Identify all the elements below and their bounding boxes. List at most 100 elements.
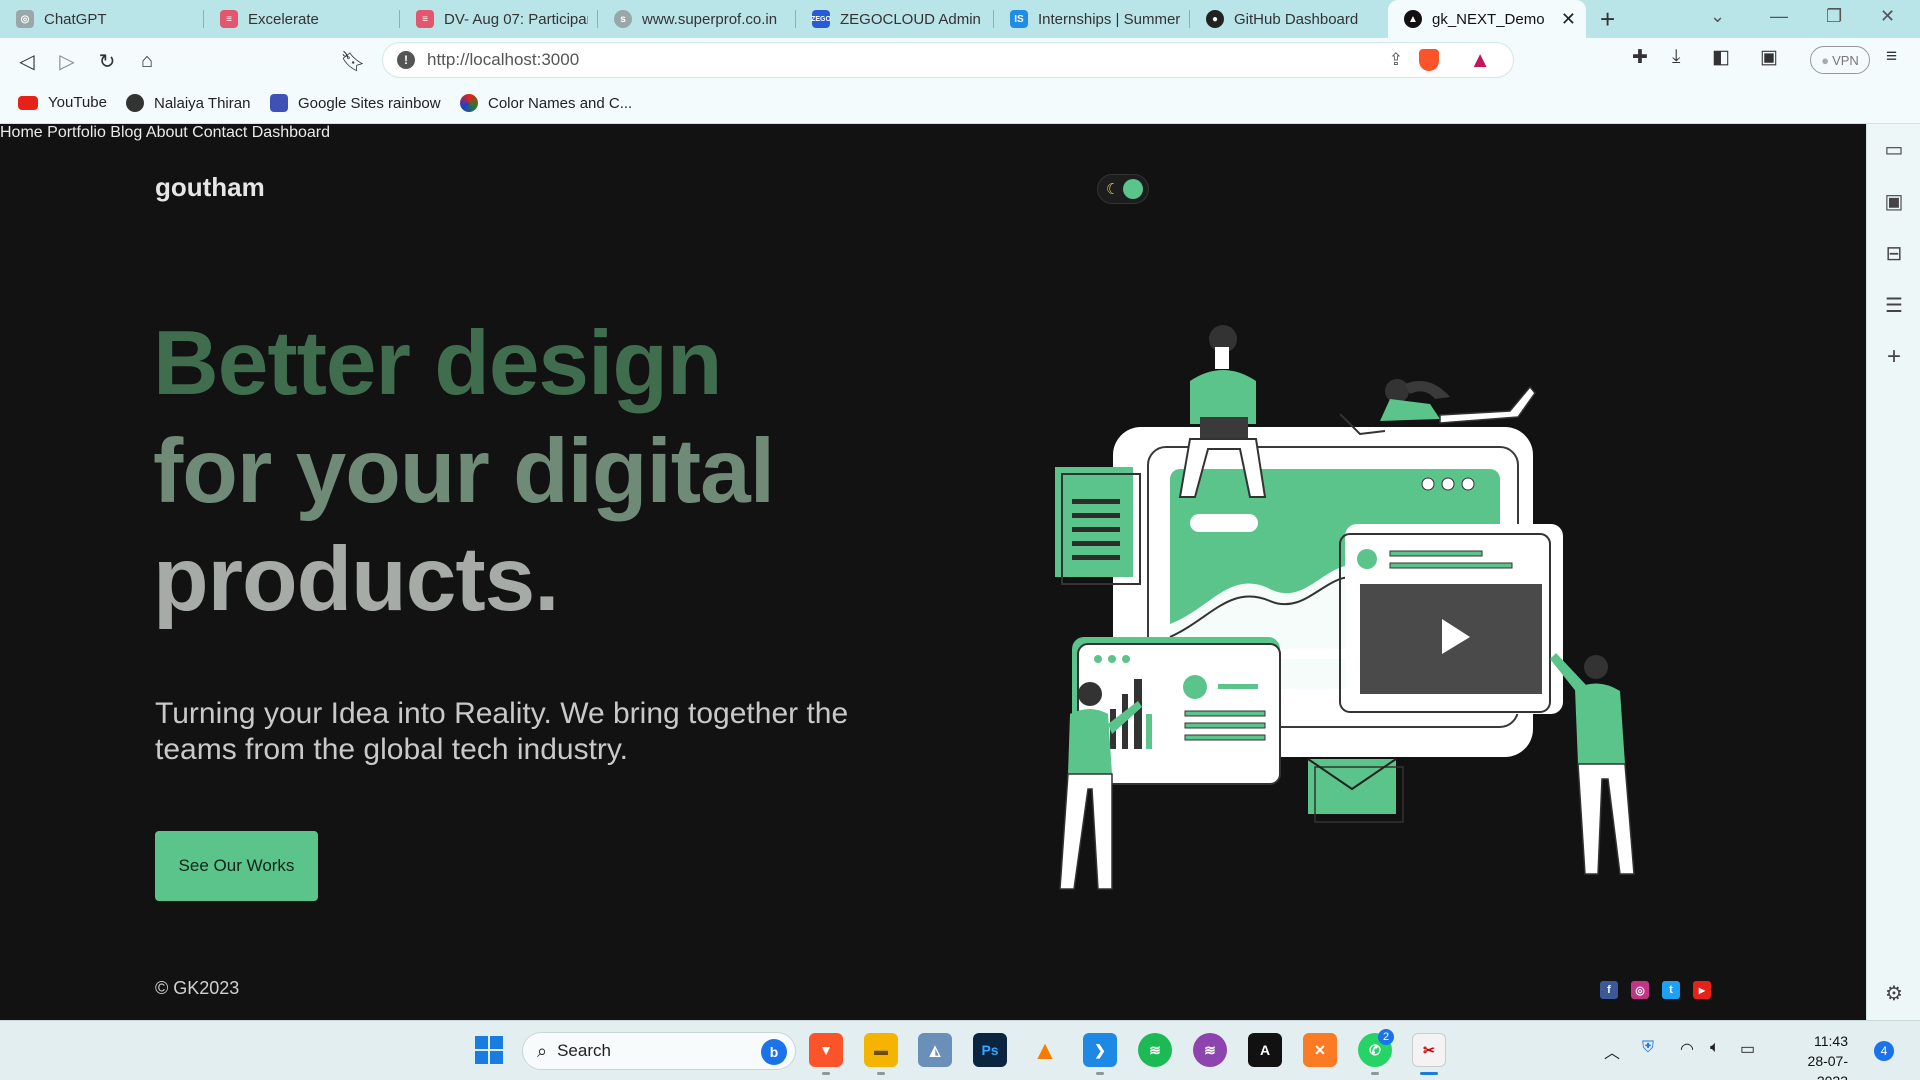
tab-zegocloud[interactable]: ZEGO ZEGOCLOUD Admin C <box>796 0 994 38</box>
nav-home[interactable]: Home <box>0 124 43 141</box>
url-text: http://localhost:3000 <box>427 50 580 69</box>
vscode-icon[interactable]: ❯ <box>1083 1033 1117 1067</box>
brave-icon[interactable]: ▼ <box>809 1033 843 1067</box>
tab-chatgpt[interactable]: ◎ ChatGPT <box>0 0 204 38</box>
forward-button[interactable]: ▷ <box>52 46 82 76</box>
brave-rewards-icon[interactable]: ▲ <box>1469 47 1491 73</box>
color-wheel-icon <box>460 94 478 112</box>
tab-excelerate[interactable]: ≡ Excelerate <box>204 0 400 38</box>
bing-icon[interactable]: b <box>761 1039 787 1065</box>
tab-search-chevron-icon[interactable]: ⌄ <box>1710 6 1725 27</box>
vlc-icon[interactable]: ▲ <box>1028 1033 1062 1067</box>
menu-icon[interactable]: ≡ <box>1886 46 1897 68</box>
spotify-icon[interactable]: ≋ <box>1138 1033 1172 1067</box>
volume-icon[interactable]: 🔈︎ <box>1710 1039 1720 1057</box>
hero-title-line-1: Better design <box>153 313 723 414</box>
photos-icon[interactable]: ◭ <box>918 1033 952 1067</box>
vpn-label: VPN <box>1832 52 1859 68</box>
xampp-icon[interactable]: ✕ <box>1303 1033 1337 1067</box>
close-window-button[interactable]: ✕ <box>1880 6 1895 27</box>
tab-superprof[interactable]: s www.superprof.co.in <box>598 0 796 38</box>
see-our-works-button[interactable]: See Our Works <box>155 831 318 901</box>
nav-blog[interactable]: Blog <box>110 124 142 141</box>
home-button[interactable]: ⌂ <box>132 46 162 76</box>
back-button[interactable]: ◁ <box>12 46 42 76</box>
bookmark-nalaiya-thiran[interactable]: Nalaiya Thiran <box>126 94 250 112</box>
hero-illustration <box>1055 325 1635 890</box>
taskbar-search[interactable]: ⌕ Search b <box>522 1032 796 1070</box>
close-tab-icon[interactable]: ✕ <box>1561 9 1576 30</box>
bookmark-label: Nalaiya Thiran <box>154 94 251 112</box>
tab-dv-form[interactable]: ≡ DV- Aug 07: Participan <box>400 0 598 38</box>
notification-count-badge[interactable]: 4 <box>1874 1041 1894 1061</box>
tab-internshala[interactable]: IS Internships | Summer I <box>994 0 1190 38</box>
tab-title: GitHub Dashboard <box>1234 10 1359 28</box>
address-bar[interactable]: ! http://localhost:3000 ⇪ ▲ <box>382 42 1514 78</box>
acrobat-icon[interactable]: A <box>1248 1033 1282 1067</box>
security-shield-icon[interactable]: ⛨ <box>1642 1039 1654 1057</box>
reading-list-icon[interactable]: ☰ <box>1883 294 1905 317</box>
facebook-icon[interactable]: f <box>1600 981 1618 999</box>
google-sites-icon <box>270 94 288 112</box>
internshala-icon: IS <box>1010 10 1028 28</box>
bookmarks-panel-icon[interactable]: ⊟ <box>1883 242 1905 265</box>
instagram-icon[interactable]: ◎ <box>1631 981 1649 999</box>
tab-title: ZEGOCLOUD Admin C <box>840 10 984 28</box>
bookmark-icon[interactable]: 🔖︎ <box>338 46 368 76</box>
theme-toggle[interactable]: ☾ <box>1097 174 1149 204</box>
hero-title: Better design for your digital products. <box>153 310 833 634</box>
globe-icon <box>126 94 144 112</box>
bookmark-color-names[interactable]: Color Names and C... <box>460 94 632 112</box>
site-logo[interactable]: goutham <box>155 172 265 203</box>
new-tab-button[interactable]: + <box>1600 4 1615 35</box>
file-explorer-icon[interactable]: ▬ <box>864 1033 898 1067</box>
tab-title: www.superprof.co.in <box>642 10 778 28</box>
bookmark-youtube[interactable]: YouTube <box>18 94 107 111</box>
windows-start-icon[interactable] <box>472 1033 506 1067</box>
show-hidden-icons-chevron[interactable]: ︿ <box>1604 1039 1620 1063</box>
nextjs-icon: ▲ <box>1404 10 1422 28</box>
sitting-person <box>1190 370 1256 424</box>
restore-button[interactable]: ❐ <box>1826 6 1842 27</box>
reload-button[interactable]: ↻ <box>92 46 122 76</box>
brave-shields-icon[interactable] <box>1419 49 1439 71</box>
add-panel-icon[interactable]: + <box>1883 343 1905 370</box>
standing-person-left <box>1068 709 1112 774</box>
nav-dashboard[interactable]: Dashboard <box>252 124 330 141</box>
extensions-icon[interactable]: ✚ <box>1632 46 1648 69</box>
vpn-button[interactable]: ● VPN <box>1810 46 1870 74</box>
site-info-icon[interactable]: ! <box>397 51 415 69</box>
twitter-icon[interactable]: t <box>1662 981 1680 999</box>
nav-portfolio[interactable]: Portfolio <box>47 124 106 141</box>
video-call-icon[interactable]: ▭ <box>1883 138 1905 161</box>
bookmark-google-sites[interactable]: Google Sites rainbow <box>270 94 441 112</box>
clock-date: 28-07-2023 <box>1807 1053 1848 1080</box>
chatgpt-icon: ◎ <box>16 10 34 28</box>
document-card <box>1055 467 1133 577</box>
wallet-panel-icon[interactable]: ▣ <box>1883 190 1905 213</box>
sidebar-toggle-icon[interactable]: ◧ <box>1712 46 1730 69</box>
main-nav: Home Portfolio Blog About Contact Dashbo… <box>0 124 1866 142</box>
minimize-button[interactable]: — <box>1770 6 1788 27</box>
wallet-icon[interactable]: ▣ <box>1760 46 1778 69</box>
downloads-icon[interactable]: ⤓ <box>1672 46 1680 68</box>
tab-title: Excelerate <box>248 10 319 28</box>
youtube-icon[interactable]: ▶ <box>1693 981 1711 999</box>
wifi-icon[interactable]: ◠ <box>1680 1039 1694 1059</box>
browser-toolbar: ◁ ▷ ↻ ⌂ 🔖︎ ! http://localhost:3000 ⇪ ▲ ✚… <box>0 38 1920 84</box>
share-icon[interactable]: ⇪ <box>1389 50 1403 70</box>
system-clock[interactable]: 11:43 28-07-2023 <box>1782 1031 1848 1080</box>
nav-about[interactable]: About <box>146 124 188 141</box>
snipping-tool-icon[interactable]: ✂ <box>1412 1033 1446 1067</box>
bookmark-label: Color Names and C... <box>488 94 633 112</box>
nav-contact[interactable]: Contact <box>192 124 247 141</box>
battery-icon[interactable]: ▭ <box>1740 1039 1755 1059</box>
github-icon: ● <box>1206 10 1224 28</box>
bookmark-label: Google Sites rainbow <box>298 94 441 112</box>
tab-gk-next-demo[interactable]: ▲ gk_NEXT_Demo ✕ <box>1388 0 1586 38</box>
photoshop-icon[interactable]: Ps <box>973 1033 1007 1067</box>
web-page: goutham ☾ Home Portfolio Blog About Cont… <box>0 124 1866 1020</box>
settings-gear-icon[interactable]: ⚙ <box>1883 982 1905 1005</box>
podcast-icon[interactable]: ≋ <box>1193 1033 1227 1067</box>
tab-github[interactable]: ● GitHub Dashboard <box>1190 0 1388 38</box>
